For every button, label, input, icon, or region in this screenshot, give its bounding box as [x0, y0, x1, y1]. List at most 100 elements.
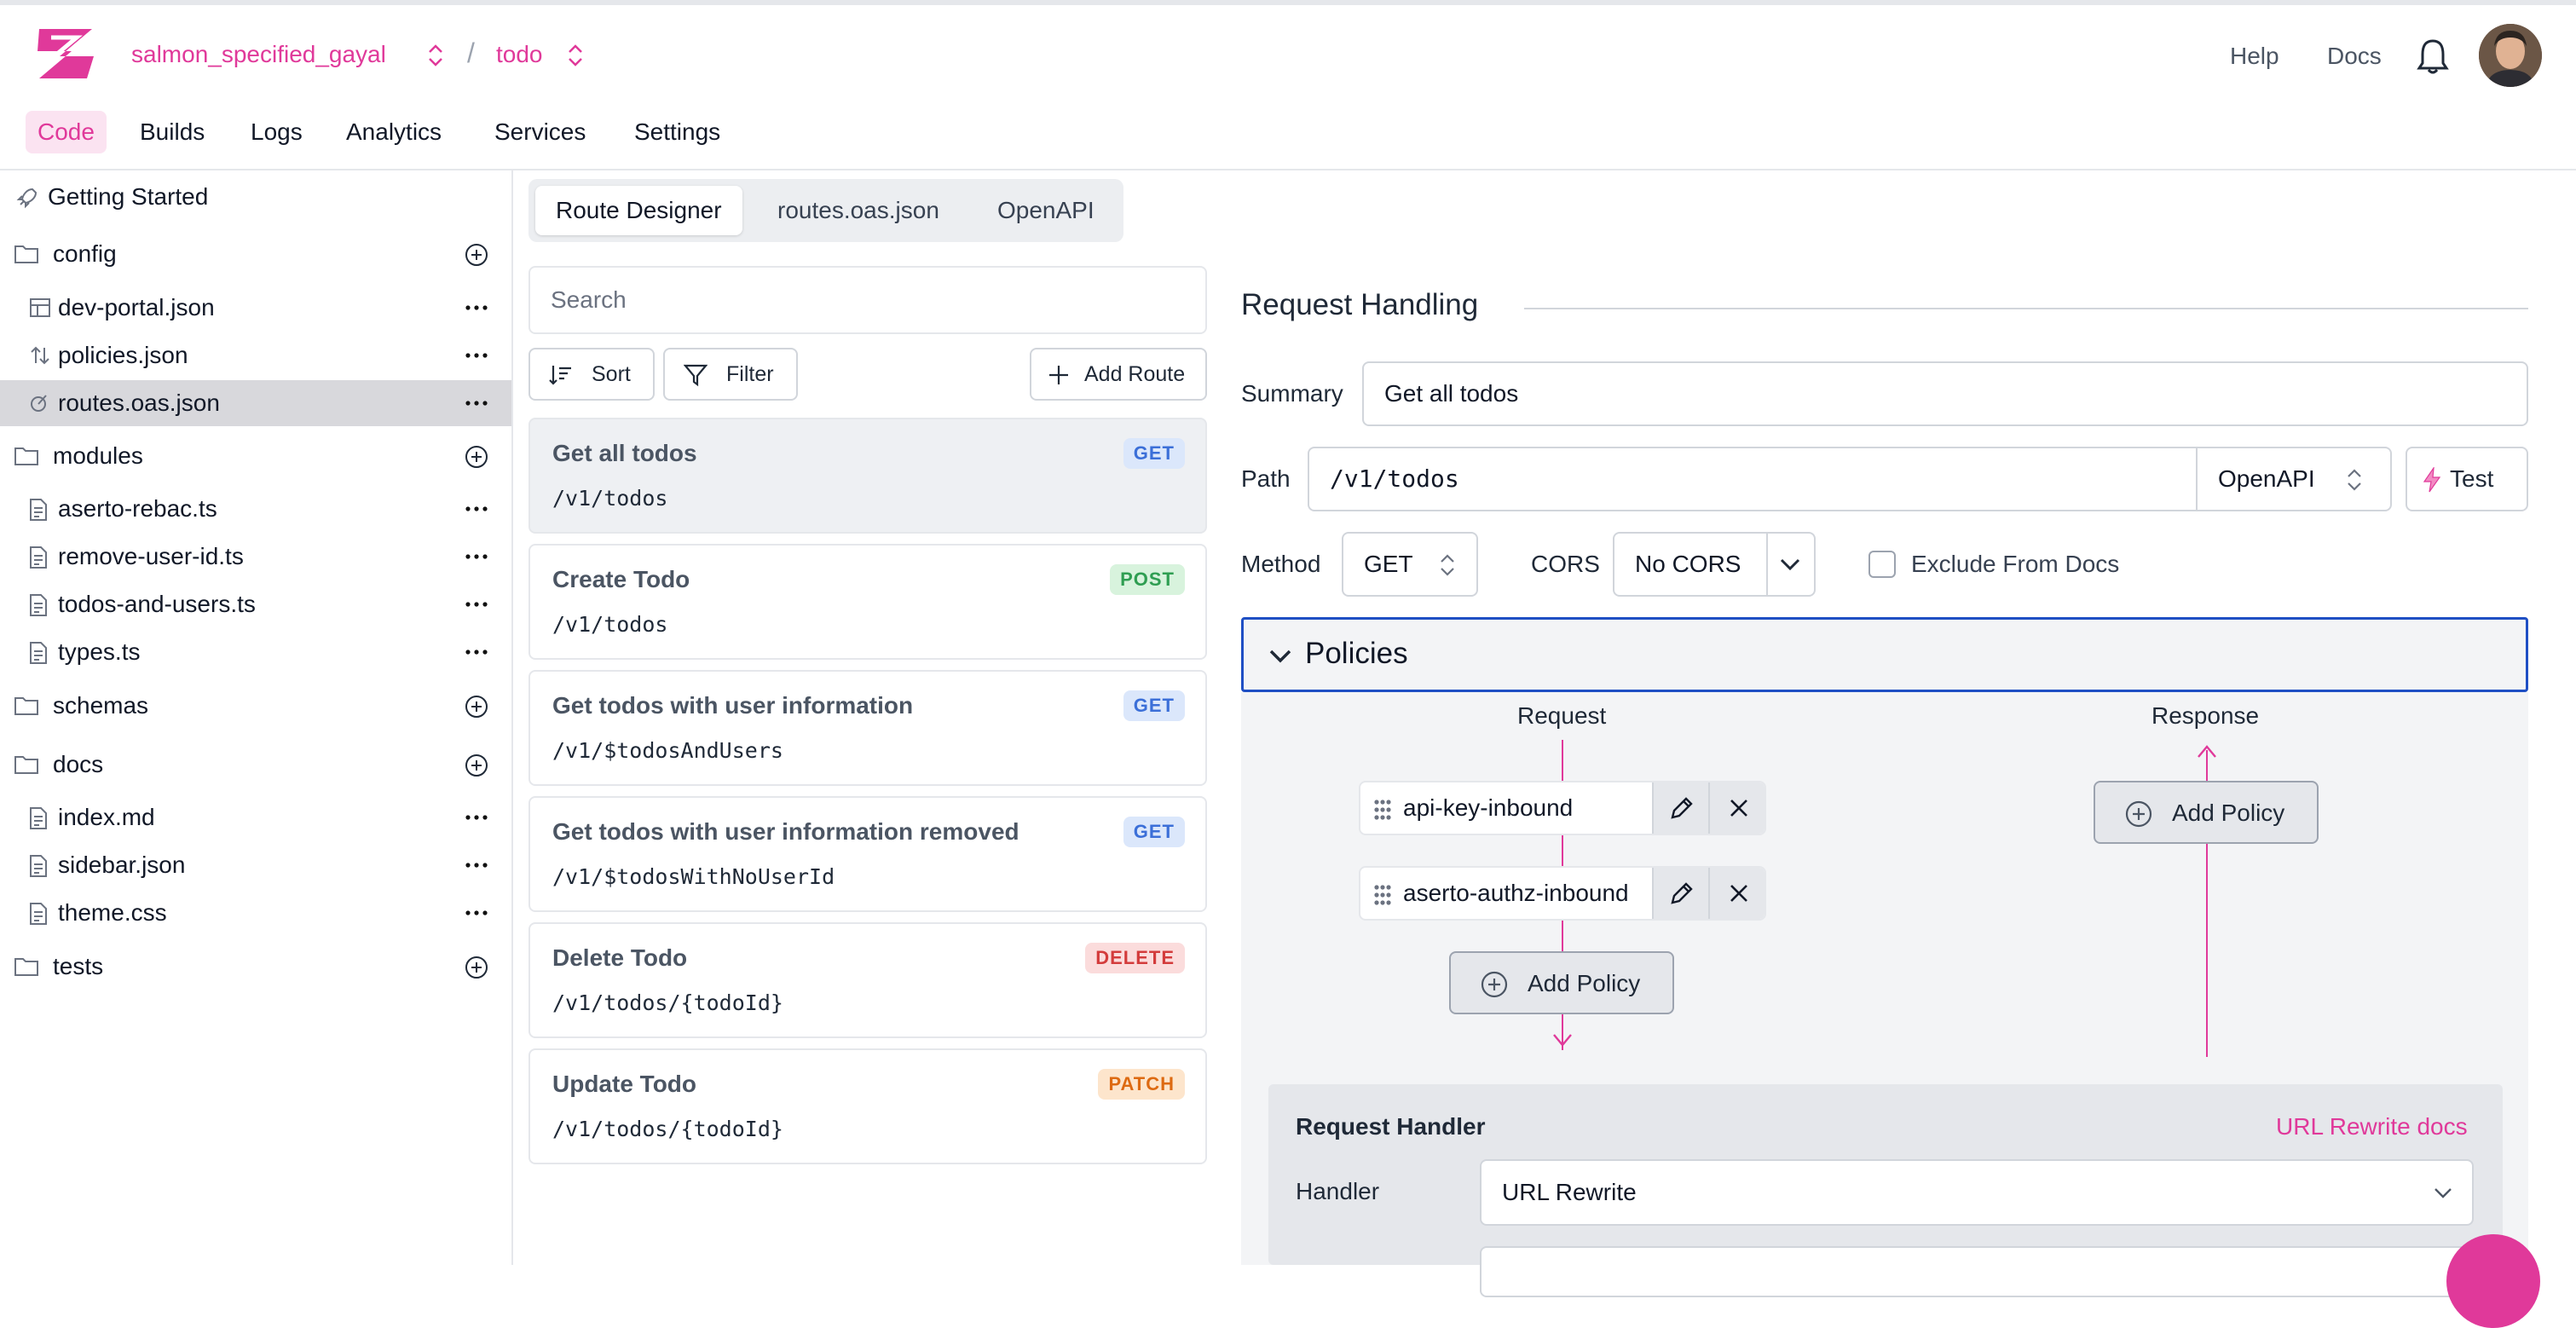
file-policies[interactable]: policies.json	[0, 332, 511, 378]
more-icon[interactable]	[464, 901, 489, 925]
remove-policy-button[interactable]	[1708, 868, 1765, 919]
add-route-label: Add Route	[1084, 362, 1186, 386]
more-icon[interactable]	[464, 853, 489, 877]
nav-code[interactable]: Code	[26, 111, 107, 153]
plus-icon	[1047, 363, 1071, 387]
tab-routes-oas-json[interactable]: routes.oas.json	[757, 186, 960, 235]
add-route-button[interactable]: Add Route	[1030, 348, 1207, 401]
getting-started-link[interactable]: Getting Started	[0, 174, 511, 220]
filter-button[interactable]: Filter	[663, 348, 798, 401]
route-path: /v1/todos	[552, 612, 668, 637]
policy-name: api-key-inbound	[1403, 794, 1574, 821]
handler-select[interactable]: URL Rewrite	[1480, 1159, 2474, 1226]
policy-chip[interactable]: aserto-authz-inbound	[1359, 866, 1766, 921]
file-theme-css[interactable]: theme.css	[0, 890, 511, 936]
plus-circle-icon[interactable]	[464, 955, 489, 980]
route-item[interactable]: Update Todo PATCH /v1/todos/{todoId}	[528, 1048, 1207, 1164]
folder-config[interactable]: config	[0, 231, 511, 277]
file-aserto-rebac[interactable]: aserto-rebac.ts	[0, 486, 511, 532]
drag-handle-icon[interactable]	[1372, 883, 1393, 907]
method-badge: GET	[1123, 817, 1185, 847]
add-request-policy-button[interactable]: Add Policy	[1449, 951, 1674, 1014]
route-search-input[interactable]: Search	[528, 266, 1207, 334]
file-icon	[29, 806, 48, 830]
add-response-policy-button[interactable]: Add Policy	[2094, 781, 2319, 844]
route-item[interactable]: Get todos with user information removed …	[528, 796, 1207, 912]
tab-route-designer[interactable]: Route Designer	[535, 186, 742, 235]
more-icon[interactable]	[464, 592, 489, 616]
nav-services[interactable]: Services	[482, 111, 598, 153]
folder-tests[interactable]: tests	[0, 944, 511, 990]
pencil-icon	[1669, 795, 1695, 821]
file-sidebar-json[interactable]: sidebar.json	[0, 842, 511, 888]
cors-select[interactable]: No CORS	[1613, 532, 1816, 597]
route-item[interactable]: Get todos with user information GET /v1/…	[528, 670, 1207, 786]
file-icon	[29, 498, 48, 522]
remove-policy-button[interactable]	[1708, 782, 1765, 834]
cors-label: CORS	[1531, 551, 1600, 577]
file-remove-user-id[interactable]: remove-user-id.ts	[0, 534, 511, 580]
nav-analytics[interactable]: Analytics	[334, 111, 453, 153]
nav-logs[interactable]: Logs	[239, 111, 315, 153]
nav-settings[interactable]: Settings	[622, 111, 732, 153]
more-icon[interactable]	[464, 805, 489, 829]
project-name[interactable]: salmon_specified_gayal	[131, 41, 386, 68]
bell-icon[interactable]	[2414, 36, 2452, 77]
exclude-checkbox[interactable]	[1868, 551, 1896, 578]
more-icon[interactable]	[464, 640, 489, 664]
sort-button[interactable]: Sort	[528, 348, 655, 401]
zuplo-logo-icon[interactable]	[34, 26, 99, 82]
close-icon	[1729, 798, 1749, 818]
plus-circle-icon[interactable]	[464, 694, 489, 719]
route-icon	[27, 392, 49, 414]
file-routes[interactable]: routes.oas.json	[0, 380, 511, 426]
drag-handle-icon[interactable]	[1372, 798, 1393, 822]
route-item[interactable]: Delete Todo DELETE /v1/todos/{todoId}	[528, 922, 1207, 1038]
url-rewrite-docs-link[interactable]: URL Rewrite docs	[2276, 1113, 2468, 1140]
summary-input[interactable]: Get all todos	[1362, 361, 2528, 426]
plus-circle-icon[interactable]	[464, 444, 489, 470]
policy-chip[interactable]: api-key-inbound	[1359, 781, 1766, 835]
editor-tabs: Route Designer routes.oas.json OpenAPI	[528, 179, 1123, 242]
avatar[interactable]	[2479, 24, 2542, 87]
branch-switcher-icon[interactable]	[564, 43, 586, 68]
test-button[interactable]: Test	[2406, 447, 2528, 511]
more-icon[interactable]	[464, 497, 489, 521]
file-types[interactable]: types.ts	[0, 629, 511, 675]
file-dev-portal[interactable]: dev-portal.json	[0, 285, 511, 331]
edit-policy-button[interactable]	[1652, 868, 1708, 919]
more-icon[interactable]	[464, 545, 489, 569]
more-icon[interactable]	[464, 296, 489, 320]
request-column-label: Request	[1517, 702, 1607, 729]
more-icon[interactable]	[464, 344, 489, 367]
plus-circle-icon[interactable]	[464, 753, 489, 778]
route-item[interactable]: Create Todo POST /v1/todos	[528, 544, 1207, 660]
nav-builds[interactable]: Builds	[128, 111, 217, 153]
help-link[interactable]: Help	[2230, 43, 2279, 70]
filter-icon	[684, 363, 708, 387]
folder-schemas[interactable]: schemas	[0, 683, 511, 729]
file-todos-and-users[interactable]: todos-and-users.ts	[0, 581, 511, 627]
route-item[interactable]: Get all todos GET /v1/todos	[528, 418, 1207, 534]
path-mode-select[interactable]: OpenAPI	[2218, 448, 2315, 510]
path-input[interactable]: /v1/todos OpenAPI	[1308, 447, 2392, 511]
branch-name[interactable]: todo	[496, 41, 543, 68]
sort-icon	[549, 363, 573, 387]
folder-docs[interactable]: docs	[0, 742, 511, 788]
folder-modules[interactable]: modules	[0, 433, 511, 479]
more-icon[interactable]	[464, 391, 489, 415]
plus-circle-icon[interactable]	[464, 242, 489, 268]
chevron-updown-icon	[1437, 552, 1458, 578]
chat-fab-button[interactable]	[2446, 1234, 2540, 1328]
tab-openapi[interactable]: OpenAPI	[977, 186, 1115, 235]
handler-config-input[interactable]	[1480, 1246, 2474, 1297]
exclude-label: Exclude From Docs	[1911, 551, 2120, 577]
file-index-md[interactable]: index.md	[0, 794, 511, 840]
folder-icon	[14, 956, 39, 978]
edit-policy-button[interactable]	[1652, 782, 1708, 834]
project-switcher-icon[interactable]	[425, 43, 447, 68]
policies-accordion[interactable]: Policies	[1241, 617, 2528, 692]
docs-link[interactable]: Docs	[2327, 43, 2382, 70]
route-title: Update Todo	[552, 1071, 697, 1097]
method-select[interactable]: GET	[1342, 532, 1478, 597]
